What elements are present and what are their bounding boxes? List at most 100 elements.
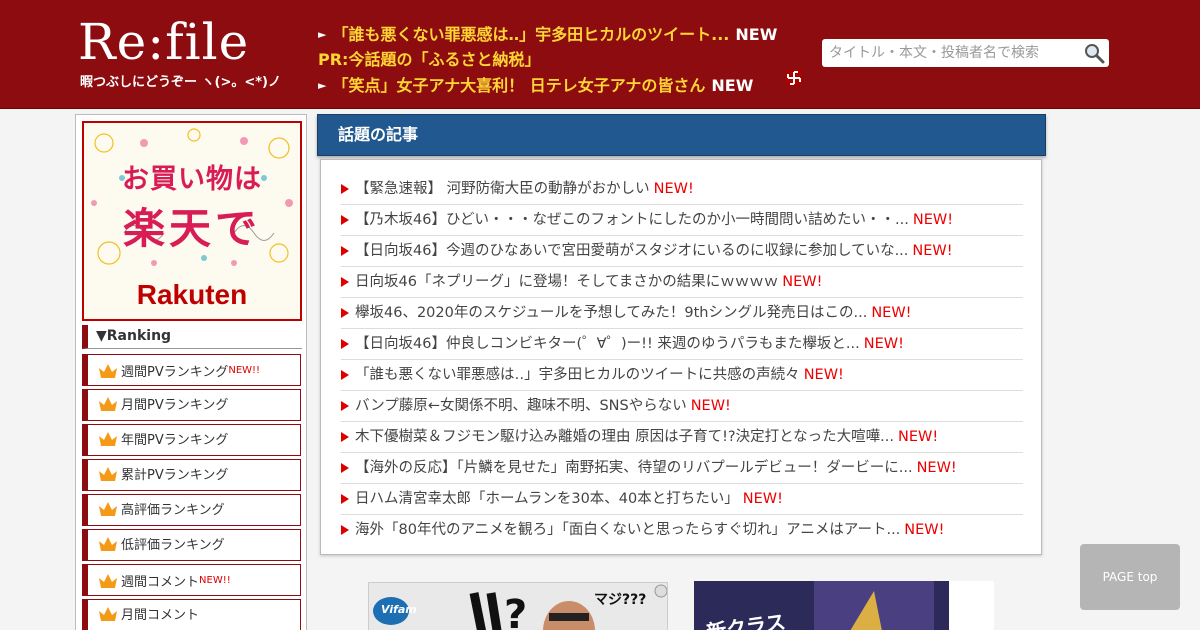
ranking-label: 累計PVランキング — [121, 468, 229, 483]
crown-icon — [97, 394, 119, 426]
ad-banner-2[interactable]: 新クラス — [694, 581, 994, 630]
banner-line-1: お買い物は — [122, 164, 262, 195]
ranking-link-total-pv[interactable]: 累計PVランキング — [82, 459, 301, 491]
ranking-link-low-rating[interactable]: 低評価ランキング — [82, 529, 301, 561]
banner-line-2: 楽天で — [122, 204, 261, 253]
new-badge: NEW! — [871, 305, 912, 321]
ticker-item-3[interactable]: ► 「笑点」女子アナ大喜利！ 日テレ女子アナの皆さん NEW — [318, 72, 753, 96]
ranking-link-weekly-pv[interactable]: 週間PVランキングNEW!! — [82, 354, 301, 386]
bullet-triangle-icon — [341, 370, 349, 380]
article-title: 【日向坂46】今週のひなあいで宮田愛萌がスタジオにいるのに収録に参加していな..… — [355, 243, 909, 259]
article-link[interactable]: 【海外の反応】「片鱗を見せた」南野拓実、待望のリバプールデビュー！ダービーに..… — [341, 453, 1023, 484]
new-badge: NEW! — [904, 522, 945, 538]
new-badge: NEW — [711, 76, 754, 95]
bullet-triangle-icon — [341, 401, 349, 411]
new-badge: NEW! — [803, 367, 844, 383]
ranking-label: 月間PVランキング — [121, 398, 229, 413]
article-link[interactable]: 【緊急速報】 河野防衛大臣の動静がおかしい NEW! — [341, 174, 1023, 205]
ticker-item-1[interactable]: ► 「誰も悪くない罪悪感は‥」宇多田ヒカルのツイート... NEW — [318, 21, 777, 45]
new-badge: NEW! — [898, 429, 939, 445]
article-title: 海外「80年代のアニメを観ろ」「面白くないと思ったらすぐ切れ」アニメはアート..… — [355, 522, 901, 538]
ranking-link-monthly-pv[interactable]: 月間PVランキング — [82, 389, 301, 421]
article-link[interactable]: 欅坂46、2020年のスケジュールを予想してみた！9thシングル発売日はこの..… — [341, 298, 1023, 329]
new-badge: NEW! — [912, 243, 953, 259]
ranking-label: 週間コメント — [121, 575, 200, 590]
search-icon[interactable] — [1083, 42, 1105, 64]
ticker-text[interactable]: PR:今話題の「ふるさと納税」 — [318, 50, 540, 69]
site-header: Re:file 暇つぶしにどうぞー ヽ(>。<*)ノ ► 「誰も悪くない罪悪感は‥… — [0, 0, 1200, 109]
bullet-triangle-icon — [341, 308, 349, 318]
site-logo[interactable]: Re:file — [78, 14, 249, 70]
bullet-triangle-icon — [341, 246, 349, 256]
ranking-label: 月間コメント — [121, 608, 200, 623]
new-badge: NEW! — [916, 460, 957, 476]
article-link[interactable]: 【日向坂46】仲良しコンビキター(゜∀゜)ー!! 来週のゆうパラもまた欅坂と..… — [341, 329, 1023, 360]
bullet-triangle-icon — [341, 463, 349, 473]
article-title: 【乃木坂46】ひどい・・・なぜこのフォントにしたのか小一時間問い詰めたい・・..… — [355, 212, 909, 228]
article-list: 【緊急速報】 河野防衛大臣の動静がおかしい NEW! 【乃木坂46】ひどい・・・な… — [320, 159, 1042, 555]
article-title: 日ハム清宮幸太郎「ホームランを30本、40本と打ちたい」 — [355, 491, 739, 507]
new-badge: NEW!! — [228, 365, 261, 376]
bullet-triangle-icon — [341, 184, 349, 194]
swastika-fav-icon — [786, 70, 802, 86]
ranking-link-monthly-comments[interactable]: 月間コメント — [82, 599, 301, 630]
new-badge: NEW! — [690, 398, 731, 414]
ranking-label: 週間PVランキング — [121, 365, 229, 380]
ranking-link-high-rating[interactable]: 高評価ランキング — [82, 494, 301, 526]
new-badge: NEW! — [863, 336, 904, 352]
rakuten-banner[interactable]: お買い物は 楽天で Rakuten — [82, 121, 302, 321]
play-arrow-icon: ► — [318, 79, 327, 92]
bullet-triangle-icon — [341, 525, 349, 535]
article-title: 「誰も悪くない罪悪感は‥」宇多田ヒカルのツイートに共感の声続々 — [355, 367, 800, 383]
article-link[interactable]: バンプ藤原←女関係不明、趣味不明、SNSやらない NEW! — [341, 391, 1023, 422]
ad-banner-1[interactable]: ? Vifam マジ??? — [368, 582, 668, 630]
bullet-triangle-icon — [341, 215, 349, 225]
new-badge: NEW! — [653, 181, 694, 197]
article-title: 【海外の反応】「片鱗を見せた」南野拓実、待望のリバプールデビュー！ダービーに..… — [355, 460, 913, 476]
rakuten-logo: Rakuten — [136, 279, 248, 310]
ticker-text[interactable]: 「笑点」女子アナ大喜利！ 日テレ女子アナの皆さん — [332, 76, 705, 95]
page-top-button[interactable]: PAGE top — [1080, 544, 1180, 610]
ranking-link-yearly-pv[interactable]: 年間PVランキング — [82, 424, 301, 456]
new-badge: NEW! — [742, 491, 783, 507]
crown-icon — [97, 464, 119, 496]
article-link[interactable]: 日ハム清宮幸太郎「ホームランを30本、40本と打ちたい」 NEW! — [341, 484, 1023, 515]
bullet-triangle-icon — [341, 339, 349, 349]
article-link[interactable]: 木下優樹菜＆フジモン駆け込み離婚の理由 原因は子育て!?決定打となった大喧嘩..… — [341, 422, 1023, 453]
article-link[interactable]: 【日向坂46】今週のひなあいで宮田愛萌がスタジオにいるのに収録に参加していな..… — [341, 236, 1023, 267]
ranking-label: 低評価ランキング — [121, 538, 225, 553]
new-badge: NEW!! — [199, 575, 231, 586]
article-title: 欅坂46、2020年のスケジュールを予想してみた！9thシングル発売日はこの..… — [355, 305, 868, 321]
crown-icon — [97, 534, 119, 566]
site-tagline: 暇つぶしにどうぞー ヽ(>。<*)ノ — [80, 75, 281, 90]
search-box — [822, 39, 1109, 67]
bullet-triangle-icon — [341, 432, 349, 442]
new-badge: NEW! — [782, 274, 823, 290]
article-link[interactable]: 【乃木坂46】ひどい・・・なぜこのフォントにしたのか小一時間問い詰めたい・・..… — [341, 205, 1023, 236]
article-title: 【緊急速報】 河野防衛大臣の動静がおかしい — [355, 181, 650, 197]
sidebar: お買い物は 楽天で Rakuten ▼Ranking 週間PVランキングNEW!… — [75, 114, 307, 630]
new-badge: NEW — [735, 25, 778, 44]
ranking-link-weekly-comments[interactable]: 週間コメントNEW!! — [82, 564, 301, 596]
ticker-text[interactable]: 「誰も悪くない罪悪感は‥」宇多田ヒカルのツイート... — [332, 25, 729, 44]
section-heading: 話題の記事 — [317, 114, 1046, 156]
ranking-label: 高評価ランキング — [121, 503, 225, 518]
search-input[interactable] — [822, 39, 1072, 67]
ranking-title: ▼Ranking — [82, 325, 302, 349]
crown-icon — [97, 429, 119, 461]
article-title: 【日向坂46】仲良しコンビキター(゜∀゜)ー!! 来週のゆうパラもまた欅坂と..… — [355, 336, 860, 352]
crown-icon — [97, 604, 119, 630]
article-title: 木下優樹菜＆フジモン駆け込み離婚の理由 原因は子育て!?決定打となった大喧嘩..… — [355, 429, 895, 445]
new-badge: NEW! — [912, 212, 954, 228]
ticker-item-2[interactable]: PR:今話題の「ふるさと納税」 — [318, 46, 540, 70]
bullet-triangle-icon — [341, 277, 349, 287]
crown-icon — [97, 499, 119, 531]
bullet-triangle-icon — [341, 494, 349, 504]
article-title: 日向坂46「ネプリーグ」に登場！そしてまさかの結果にｗｗｗｗ — [355, 274, 779, 290]
ranking-label: 年間PVランキング — [121, 433, 229, 448]
article-link[interactable]: 「誰も悪くない罪悪感は‥」宇多田ヒカルのツイートに共感の声続々 NEW! — [341, 360, 1023, 391]
ad-text: マジ??? — [594, 592, 647, 608]
article-link[interactable]: 日向坂46「ネプリーグ」に登場！そしてまさかの結果にｗｗｗｗ NEW! — [341, 267, 1023, 298]
play-arrow-icon: ► — [318, 28, 327, 41]
article-link[interactable]: 海外「80年代のアニメを観ろ」「面白くないと思ったらすぐ切れ」アニメはアート..… — [341, 515, 1023, 546]
